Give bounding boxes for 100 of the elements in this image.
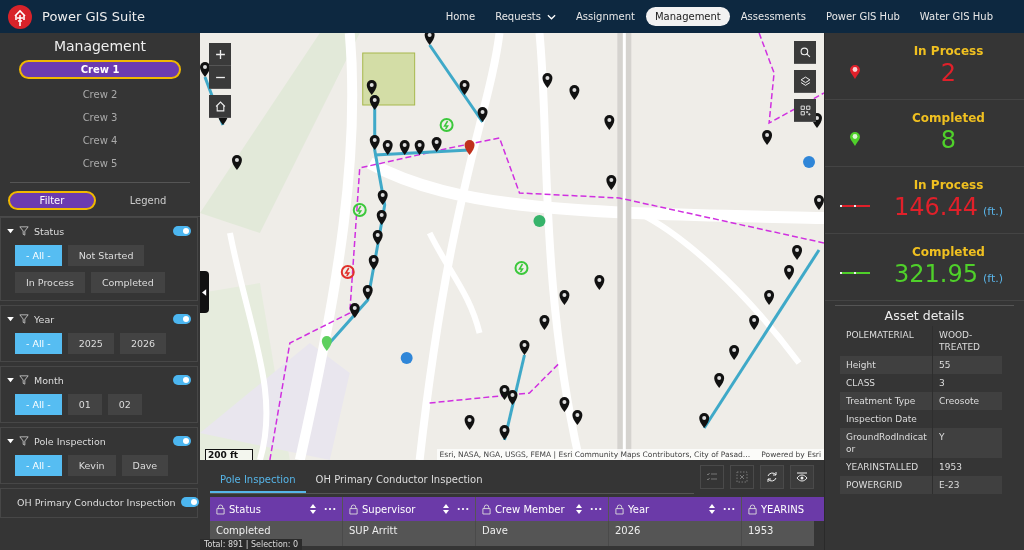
nav-link[interactable]: Assessments [731, 7, 815, 26]
column-header[interactable]: Status [210, 497, 343, 521]
stat-value: 146.44 [893, 192, 978, 222]
panel-title: Management [52, 37, 148, 56]
toggle-switch[interactable] [180, 497, 199, 507]
column-title: Status [229, 503, 261, 515]
caret-down-icon[interactable] [7, 438, 14, 444]
lock-icon [349, 503, 358, 515]
nav-link[interactable]: Power GIS Hub [817, 7, 909, 26]
field-value: E-23 [938, 479, 961, 492]
more-icon[interactable] [457, 507, 469, 511]
funnel-icon [19, 314, 29, 324]
filter-title: Year [34, 313, 55, 325]
table-tab[interactable]: Pole Inspection [210, 473, 306, 493]
sort-icon[interactable] [443, 504, 449, 514]
filter-option[interactable]: 2026 [119, 333, 167, 354]
lock-icon [748, 503, 757, 515]
sort-icon[interactable] [576, 504, 582, 514]
toggle-switch[interactable] [173, 314, 191, 324]
field-name: POWERGRID [840, 476, 933, 494]
stat-value: 8 [940, 125, 957, 155]
crew-item[interactable]: Crew 3 [19, 104, 181, 127]
field-value: Y [938, 431, 946, 444]
collapse-handle[interactable] [200, 271, 209, 313]
sort-icon[interactable] [709, 504, 715, 514]
field-value: WOOD-TREATED [938, 329, 981, 354]
lock-icon [216, 503, 225, 515]
eye-icon[interactable] [790, 465, 814, 489]
column-title: Supervisor [362, 503, 416, 515]
field-value: Creosote [938, 395, 981, 408]
table-cell: Dave [476, 521, 609, 546]
field-name: Treatment Type [840, 392, 933, 410]
nav-link[interactable]: Water GIS Hub [910, 7, 1002, 26]
caret-down-icon[interactable] [7, 316, 14, 322]
qr-code-icon[interactable] [794, 99, 816, 122]
column-title: YEARINS [761, 503, 804, 515]
field-value: 3 [938, 377, 946, 390]
nav-link[interactable]: Requests [486, 7, 565, 26]
nav-link[interactable]: Home [436, 7, 485, 26]
stat-label: In Process [913, 178, 984, 192]
more-icon[interactable] [324, 507, 336, 511]
filter-title: OH Primary Conductor Inspection [17, 496, 176, 508]
table-tab[interactable]: OH Primary Conductor Inspection [305, 473, 493, 493]
toggle-switch[interactable] [173, 375, 191, 385]
zoom-in-icon[interactable] [209, 43, 231, 66]
caret-down-icon[interactable] [7, 377, 14, 383]
nav-link[interactable]: Management [645, 7, 730, 26]
home-icon[interactable] [209, 95, 231, 118]
field-value: 1953 [938, 461, 963, 474]
layers-icon[interactable] [794, 70, 816, 93]
more-icon[interactable] [590, 507, 602, 511]
column-header[interactable]: Supervisor [343, 497, 476, 521]
refresh-icon[interactable] [760, 465, 784, 489]
filter-option[interactable]: Not Started [67, 245, 145, 266]
filter-option[interactable]: 01 [67, 394, 102, 415]
funnel-icon [19, 436, 29, 446]
column-header[interactable]: Crew Member [476, 497, 609, 521]
crew-item[interactable]: Crew 2 [19, 81, 181, 104]
panel-tab[interactable]: Filter [8, 191, 96, 210]
funnel-icon [19, 375, 29, 385]
logo-icon [8, 4, 32, 29]
field-value: 55 [938, 359, 952, 372]
filter-option[interactable]: Dave [121, 455, 169, 476]
stat-label: Completed [912, 245, 985, 259]
crew-item[interactable]: Crew 4 [19, 127, 181, 150]
caret-down-icon[interactable] [7, 228, 14, 234]
stat-label: Completed [912, 111, 985, 125]
toggle-switch[interactable] [173, 436, 191, 446]
filter-option[interactable]: In Process [15, 272, 85, 293]
more-icon[interactable] [723, 507, 735, 511]
toggle-switch[interactable] [173, 226, 191, 236]
filter-title: Pole Inspection [34, 435, 106, 447]
funnel-icon [19, 226, 29, 236]
unit-label: (ft.) [982, 272, 1004, 285]
stat-label: In Process [913, 44, 984, 58]
filter-option[interactable]: 2025 [67, 333, 114, 354]
column-header[interactable]: YEARINS [742, 497, 824, 521]
table-cell: SUP Arritt [343, 521, 476, 546]
app-title: Power GIS Suite [42, 9, 145, 24]
search-icon[interactable] [794, 41, 816, 64]
nav-link[interactable]: Assignment [567, 7, 644, 26]
table-cell: 2026 [609, 521, 742, 546]
table-cell: 1953 [742, 521, 824, 546]
crew-item[interactable]: Crew 5 [19, 150, 181, 173]
filter-title: Status [34, 225, 65, 237]
filter-title: Month [34, 374, 64, 386]
panel-title: Asset details [883, 308, 966, 325]
column-title: Year [628, 503, 650, 515]
lock-icon [482, 503, 491, 515]
panel-tab[interactable]: Legend [104, 191, 192, 210]
lock-icon [615, 503, 624, 515]
column-header[interactable]: Year [609, 497, 742, 521]
unit-label: (ft.) [982, 205, 1004, 218]
crew-item[interactable]: Crew 1 [19, 60, 181, 79]
sort-icon[interactable] [310, 504, 316, 514]
filter-option[interactable]: 02 [107, 394, 142, 415]
filter-option[interactable]: Completed [90, 272, 165, 293]
filter-option[interactable]: Kevin [67, 455, 116, 476]
stat-value: 2 [940, 58, 957, 88]
column-title: Crew Member [495, 503, 565, 515]
